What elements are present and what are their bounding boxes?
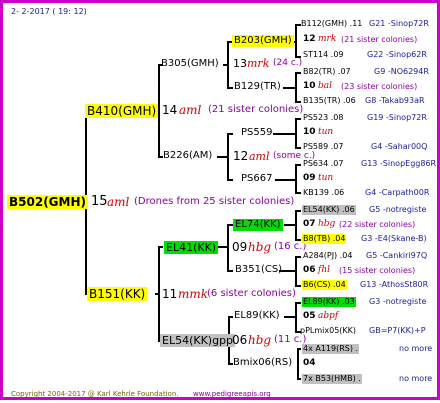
g4-left-7: PS523 .08 — [303, 113, 344, 122]
g4-num-14: 07 — [303, 219, 316, 229]
g2-type-2: aml — [249, 150, 270, 163]
g4-left-4: B82(TR) .07 — [303, 67, 351, 76]
g4-right-6: G8 -Takab93aR — [365, 96, 425, 105]
g4-left-16: A284(PJ) .04 — [303, 251, 353, 260]
g4-right-16: G5 -Cankiri97Q — [366, 251, 428, 260]
g4-type-17: fhl — [318, 265, 331, 275]
g4-left-21: pPLmix05(KK) — [300, 326, 357, 335]
g1-type-2: mmk — [178, 287, 209, 301]
g4-right-9: G4 -Sahar00Q — [371, 142, 428, 151]
g4-right-24: no more — [399, 374, 433, 383]
g3-node-8: Bmix06(RS) — [233, 357, 293, 368]
g4-type-14: hbg — [318, 219, 336, 229]
g4-num-23: 04 — [303, 358, 316, 368]
g4-right-15: G3 -E4(Skane-B) — [361, 234, 427, 243]
g4-right-21: GB=P7(KK)+P — [369, 326, 426, 335]
g4-num-20: 05 — [303, 311, 316, 321]
g3-node-3: PS559 — [241, 127, 273, 138]
g1-note-2: (6 sister colonies) — [207, 288, 296, 299]
g4-right-18: G13 -AthosSt80R — [360, 280, 429, 289]
g4-right-19: G3 -notregiste — [369, 297, 427, 306]
g2-num-4: 06 — [232, 333, 248, 347]
g3-node-4: PS667 — [241, 173, 273, 184]
g1-type-1: aml — [179, 103, 202, 117]
g3-node-1: B203(GMH) — [232, 35, 294, 47]
g4-left-1: B112(GMH) .11 — [301, 19, 363, 28]
root-num: 15 — [91, 194, 108, 209]
g4-left-15: B8(TB) .04 — [302, 234, 347, 244]
g4-left-9: PS589 .07 — [303, 142, 344, 151]
g1-node-2: B151(KK) — [87, 287, 148, 301]
g3-node-2: B129(TR) — [234, 81, 281, 92]
g4-left-6: B135(TR) .06 — [303, 96, 356, 105]
g1-num-1: 14 — [162, 103, 178, 117]
g4-note-17: (15 sister colonies) — [339, 266, 416, 275]
g4-num-5: 10 — [303, 81, 316, 91]
g3-type-1: mrk — [247, 57, 270, 70]
g3-node-6: B351(CS) — [235, 264, 283, 275]
g3-num-1: 13 — [233, 57, 247, 70]
g4-num-2: 12 — [303, 34, 316, 44]
g4-right-3: G22 -Sinop62R — [367, 50, 427, 59]
g4-right-12: G4 -Carpath00R — [365, 188, 430, 197]
g2-node-4: EL54(KK)gpp — [160, 334, 236, 347]
g4-left-13: EL54(KK) .06 — [302, 205, 356, 215]
g3-node-5: EL74(KK) — [233, 219, 283, 231]
g4-left-22: 4x A119(RS) . — [302, 344, 360, 354]
g1-note-1: (21 sister colonies) — [208, 104, 304, 115]
g4-left-3: ST114 .09 — [303, 50, 344, 59]
g4-right-13: G5 -notregiste — [369, 205, 427, 214]
footer-copyright: Copyright 2004-2017 @ Karl Kehrle Founda… — [11, 390, 179, 398]
g2-num-2: 12 — [233, 149, 249, 163]
g4-num-11: 09 — [303, 173, 316, 183]
g4-type-2: mrk — [318, 34, 337, 44]
g4-left-19: EL89(KK) .03 — [302, 297, 356, 307]
g4-type-20: abpf — [318, 311, 339, 321]
g2-node-1: B305(GMH) — [161, 58, 219, 69]
root-type: aml — [107, 195, 130, 209]
g4-note-14: (22 sister colonies) — [339, 220, 416, 229]
footer-site[interactable]: www.pedigreeapis.org — [193, 391, 271, 398]
g4-num-8: 10 — [303, 127, 316, 137]
g4-note-2: (21 sister colonies) — [341, 35, 418, 44]
g2-type-3: hbg — [248, 240, 272, 254]
g4-right-22: no more — [399, 344, 433, 353]
g4-type-5: bal — [318, 81, 333, 91]
g2-num-3: 09 — [232, 240, 248, 254]
root-node: B502(GMH) — [7, 195, 88, 209]
g4-left-10: PS634 .07 — [303, 159, 344, 168]
header-date: 2- 2-2017 ( 19: 12) — [11, 7, 87, 16]
g3-note-1: (24 c.) — [273, 58, 303, 68]
g4-num-17: 06 — [303, 265, 316, 275]
g4-right-10: G13 -SinopEgg86R — [361, 159, 437, 168]
g4-type-11: tun — [318, 173, 334, 183]
g4-type-8: tun — [318, 127, 334, 137]
g1-num-2: 11 — [162, 287, 178, 301]
pedigree-frame: 2- 2-2017 ( 19: 12) B502(GMH) 15 aml (Dr… — [0, 0, 440, 400]
g4-left-12: KB139 .06 — [303, 188, 345, 197]
g4-left-18: B6(CS) .04 — [302, 280, 347, 290]
g2-type-4: hbg — [248, 333, 272, 347]
g4-left-24: 7x B53(HMB) . — [302, 374, 362, 384]
g2-node-2: B226(AM) — [163, 150, 213, 161]
g4-right-7: G19 -Sinop72R — [367, 113, 427, 122]
g4-right-4: G9 -NO6294R — [374, 67, 429, 76]
g1-node-1: B410(GMH) — [85, 104, 159, 118]
g2-node-3: EL41(KK) — [164, 241, 219, 254]
g3-node-7: EL89(KK) — [234, 310, 280, 321]
g4-right-1: G21 -Sinop72R — [369, 19, 429, 28]
root-note: (Drones from 25 sister colonies) — [134, 196, 295, 207]
g4-note-5: (23 sister colonies) — [341, 82, 418, 91]
